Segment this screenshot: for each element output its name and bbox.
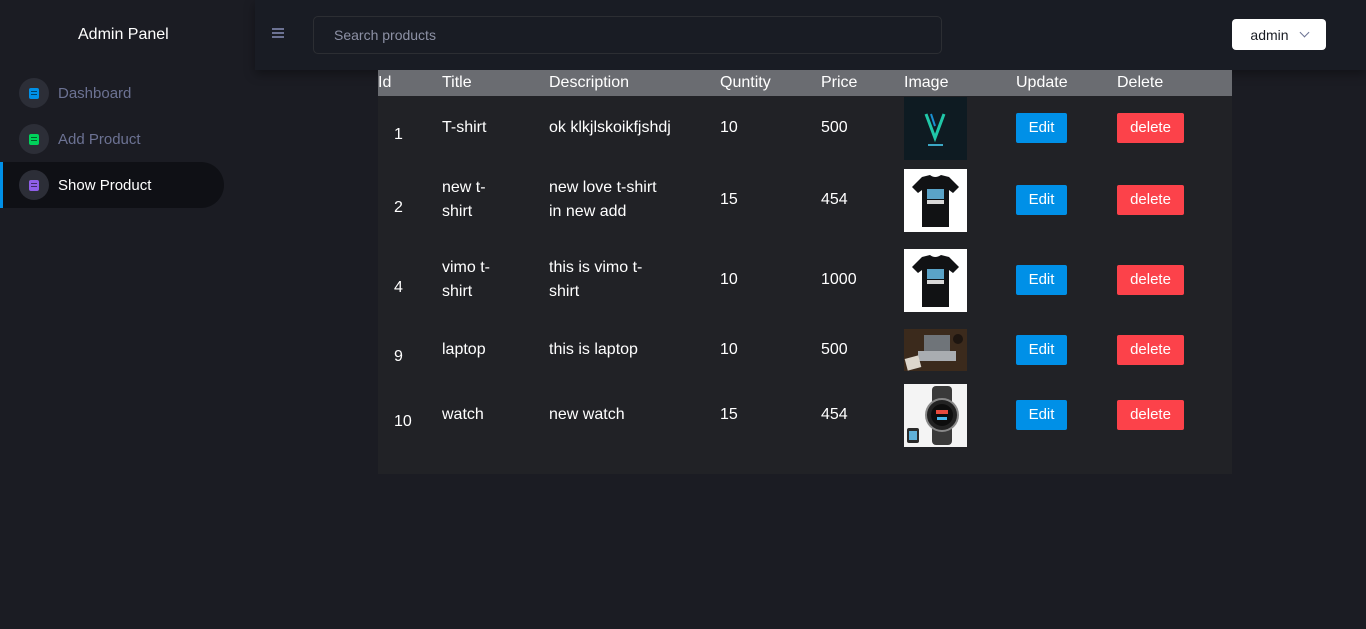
cell-update: Edit xyxy=(1016,160,1117,240)
delete-button[interactable]: delete xyxy=(1117,265,1184,295)
table-row: 1 T-shirt ok klkjlskoikfjshdj 10 500 Edi… xyxy=(378,96,1232,160)
cell-title: laptop xyxy=(442,341,486,358)
dashboard-icon xyxy=(19,78,49,108)
header-description: Description xyxy=(549,74,630,91)
show-product-icon xyxy=(19,170,49,200)
table-header-row: Id Title Description Quntity Price Image… xyxy=(378,70,1232,96)
sidebar-item-show-product[interactable]: Show Product xyxy=(0,162,224,208)
cell-price: 1000 xyxy=(821,271,857,288)
cell-image xyxy=(904,380,1016,450)
delete-button[interactable]: delete xyxy=(1117,113,1184,143)
cell-description: this is vimo t-shirt xyxy=(549,259,643,300)
cell-update: Edit xyxy=(1016,96,1117,160)
laptop-image xyxy=(904,329,967,371)
edit-button[interactable]: Edit xyxy=(1016,335,1067,365)
delete-button[interactable]: delete xyxy=(1117,335,1184,365)
cell-image xyxy=(904,160,1016,240)
cell-delete: delete xyxy=(1117,160,1232,240)
sidebar: Admin Panel Dashboard Add Product Show P… xyxy=(0,0,255,629)
cell-delete: delete xyxy=(1117,380,1232,450)
cell-delete: delete xyxy=(1117,240,1232,320)
cell-delete: delete xyxy=(1117,96,1232,160)
cell-update: Edit xyxy=(1016,320,1117,380)
edit-button[interactable]: Edit xyxy=(1016,400,1067,430)
cell-description: ok klkjlskoikfjshdj xyxy=(549,119,671,136)
header-title: Title xyxy=(442,74,472,91)
black-tshirt-image xyxy=(904,168,967,232)
cell-id: 1 xyxy=(394,126,403,143)
header-id: Id xyxy=(378,74,392,91)
table-row: 4 vimo t-shirt this is vimo t-shirt 10 1… xyxy=(378,240,1232,320)
header-price: Price xyxy=(821,74,858,91)
cell-price: 454 xyxy=(821,406,848,423)
hamburger-menu-icon[interactable] xyxy=(272,28,284,38)
cell-update: Edit xyxy=(1016,380,1117,450)
cell-image xyxy=(904,96,1016,160)
cell-image xyxy=(904,320,1016,380)
header-image: Image xyxy=(904,74,949,91)
cell-description: new watch xyxy=(549,406,625,423)
cell-price: 500 xyxy=(821,341,848,358)
edit-button[interactable]: Edit xyxy=(1016,113,1067,143)
edit-button[interactable]: Edit xyxy=(1016,185,1067,215)
black-tshirt-image xyxy=(904,248,967,312)
cell-title: T-shirt xyxy=(442,119,487,136)
cell-quantity: 10 xyxy=(720,341,738,358)
delete-button[interactable]: delete xyxy=(1117,400,1184,430)
cell-quantity: 10 xyxy=(720,271,738,288)
add-product-icon xyxy=(19,124,49,154)
cell-quantity: 10 xyxy=(720,119,738,136)
header-quantity: Quntity xyxy=(720,74,771,91)
cell-description: new love t-shirt in new add xyxy=(549,179,657,220)
delete-button[interactable]: delete xyxy=(1117,185,1184,215)
cell-description: this is laptop xyxy=(549,341,638,358)
vimo-logo-image xyxy=(904,96,967,160)
sidebar-item-dashboard[interactable]: Dashboard xyxy=(0,70,224,116)
cell-title: vimo t-shirt xyxy=(442,259,490,300)
header-update: Update xyxy=(1016,74,1068,91)
sidebar-item-add-product[interactable]: Add Product xyxy=(0,116,224,162)
table-row: 10 watch new watch 15 454 Edit delete xyxy=(378,380,1232,450)
cell-id: 10 xyxy=(394,413,412,430)
admin-dropdown-button[interactable]: admin xyxy=(1232,19,1326,50)
table-row: 2 new t-shirt new love t-shirt in new ad… xyxy=(378,160,1232,240)
cell-price: 454 xyxy=(821,191,848,208)
cell-id: 9 xyxy=(394,348,403,365)
admin-label: admin xyxy=(1250,26,1289,43)
cell-title: new t-shirt xyxy=(442,179,486,220)
cell-title: watch xyxy=(442,406,484,423)
table-row: 9 laptop this is laptop 10 500 Edit dele… xyxy=(378,320,1232,380)
sidebar-item-label: Show Product xyxy=(58,176,152,194)
cell-id: 2 xyxy=(394,199,403,216)
cell-quantity: 15 xyxy=(720,406,738,423)
sidebar-item-label: Dashboard xyxy=(58,84,132,102)
chevron-down-icon xyxy=(1299,27,1310,38)
header-delete: Delete xyxy=(1117,74,1164,91)
products-table-container: Id Title Description Quntity Price Image… xyxy=(378,70,1232,474)
products-table: Id Title Description Quntity Price Image… xyxy=(378,70,1232,450)
cell-image xyxy=(904,240,1016,320)
cell-price: 500 xyxy=(821,119,848,136)
cell-quantity: 15 xyxy=(720,191,738,208)
search-input[interactable] xyxy=(313,16,942,54)
cell-update: Edit xyxy=(1016,240,1117,320)
sidebar-item-label: Add Product xyxy=(58,130,141,148)
cell-delete: delete xyxy=(1117,320,1232,380)
brand-title[interactable]: Admin Panel xyxy=(78,26,169,44)
cell-id: 4 xyxy=(394,279,403,296)
edit-button[interactable]: Edit xyxy=(1016,265,1067,295)
smartwatch-image xyxy=(904,383,967,447)
